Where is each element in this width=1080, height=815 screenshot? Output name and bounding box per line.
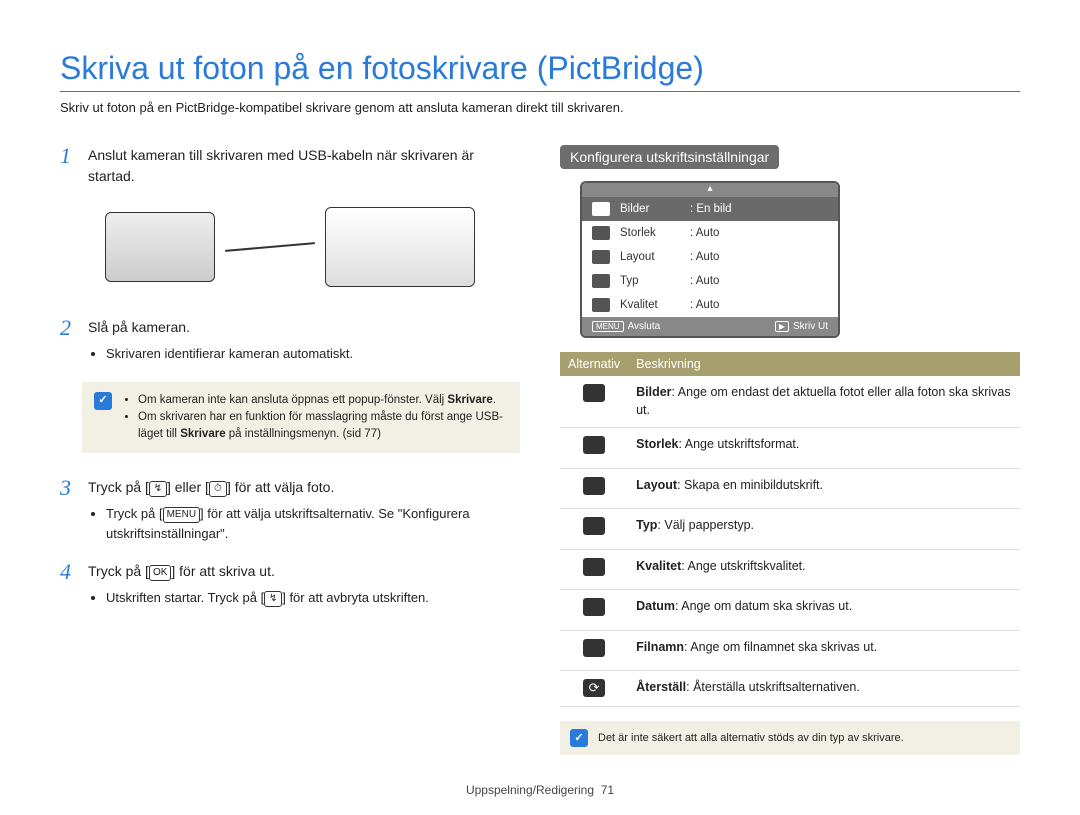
lcd-menu-item[interactable]: StorlekAuto (582, 221, 838, 245)
option-desc: : Välj papperstyp. (657, 518, 754, 532)
step-2: 2 Slå på kameran. Skrivaren identifierar… (60, 317, 520, 364)
step-text: Tryck på [OK] för att skriva ut. (88, 561, 520, 582)
camera-printer-illustration (60, 207, 520, 287)
table-row: Kvalitet: Ange utskriftskvalitet. (560, 549, 1020, 590)
menu-item-value: En bild (690, 203, 732, 215)
timer-icon: ⏱ (209, 481, 227, 497)
menu-item-icon (592, 274, 610, 288)
flash-icon: ↯ (264, 591, 282, 607)
option-icon (583, 384, 605, 402)
option-icon (583, 679, 605, 697)
info-icon: ✓ (570, 729, 588, 747)
step-bullet: Skrivaren identifierar kameran automatis… (106, 344, 520, 364)
lcd-menu-item[interactable]: LayoutAuto (582, 245, 838, 269)
note-text: Det är inte säkert att alla alternativ s… (598, 732, 904, 744)
step-bullet: Tryck på [MENU] för att välja utskriftsa… (106, 504, 520, 543)
menu-button-icon: MENU (163, 507, 200, 523)
table-row: Datum: Ange om datum ska skrivas ut. (560, 590, 1020, 631)
table-row: Layout: Skapa en minibildutskrift. (560, 468, 1020, 509)
section-heading: Konfigurera utskriftsinställningar (560, 145, 779, 169)
flash-icon: ↯ (149, 481, 167, 497)
table-header-desc: Beskrivning (628, 352, 1020, 376)
lcd-exit-button[interactable]: MENU Avsluta (592, 321, 660, 332)
table-row: Bilder: Ange om endast det aktuella foto… (560, 376, 1020, 428)
option-name: Kvalitet (636, 559, 681, 573)
step-number: 2 (60, 317, 78, 364)
step-4: 4 Tryck på [OK] för att skriva ut. Utskr… (60, 561, 520, 608)
option-name: Bilder (636, 385, 671, 399)
step-text: Slå på kameran. (88, 317, 520, 338)
table-row: Typ: Välj papperstyp. (560, 509, 1020, 550)
option-icon (583, 517, 605, 535)
lcd-menu-item[interactable]: TypAuto (582, 269, 838, 293)
option-desc: : Ange utskriftskvalitet. (681, 559, 805, 573)
option-name: Filnamn (636, 640, 684, 654)
page-title: Skriva ut foton på en fotoskrivare (Pict… (60, 50, 1020, 92)
note-item: Om skrivaren har en funktion för masslag… (138, 409, 508, 444)
menu-item-label: Storlek (620, 227, 690, 239)
step-number: 4 (60, 561, 78, 608)
step-number: 1 (60, 145, 78, 187)
option-icon (583, 477, 605, 495)
play-key-icon: ▶ (775, 321, 789, 332)
option-name: Storlek (636, 437, 678, 451)
note-box: ✓ Om kameran inte kan ansluta öppnas ett… (82, 382, 520, 454)
menu-item-icon (592, 202, 610, 216)
menu-item-value: Auto (690, 227, 719, 239)
lcd-menu-item[interactable]: KvalitetAuto (582, 293, 838, 317)
usb-cable-icon (225, 242, 315, 252)
option-desc: : Ange om datum ska skrivas ut. (675, 599, 852, 613)
right-column: Konfigurera utskriftsinställningar ▴ Bil… (560, 145, 1020, 755)
menu-item-icon (592, 250, 610, 264)
menu-item-icon (592, 298, 610, 312)
step-text: Tryck på [↯] eller [⏱] för att välja fot… (88, 477, 520, 498)
option-icon (583, 598, 605, 616)
menu-item-value: Auto (690, 251, 719, 263)
options-table: Alternativ Beskrivning Bilder: Ange om e… (560, 352, 1020, 707)
option-desc: : Skapa en minibildutskrift. (677, 478, 823, 492)
menu-key-icon: MENU (592, 321, 624, 332)
step-3: 3 Tryck på [↯] eller [⏱] för att välja f… (60, 477, 520, 543)
lcd-print-button[interactable]: ▶ Skriv Ut (775, 321, 828, 332)
step-text: Anslut kameran till skrivaren med USB-ka… (88, 145, 520, 187)
step-1: 1 Anslut kameran till skrivaren med USB-… (60, 145, 520, 187)
menu-item-label: Layout (620, 251, 690, 263)
lcd-menu-item[interactable]: BilderEn bild (582, 197, 838, 221)
menu-item-value: Auto (690, 299, 719, 311)
table-row: Återställ: Återställa utskriftsalternati… (560, 671, 1020, 707)
menu-item-label: Typ (620, 275, 690, 287)
lcd-scroll-indicator: ▴ (582, 183, 838, 197)
option-icon (583, 639, 605, 657)
option-icon (583, 436, 605, 454)
option-name: Datum (636, 599, 675, 613)
option-icon (583, 558, 605, 576)
table-row: Filnamn: Ange om filnamnet ska skrivas u… (560, 630, 1020, 671)
menu-item-label: Bilder (620, 203, 690, 215)
menu-item-icon (592, 226, 610, 240)
option-name: Layout (636, 478, 677, 492)
note-item: Om kameran inte kan ansluta öppnas ett p… (138, 392, 508, 409)
info-icon: ✓ (94, 392, 112, 410)
option-desc: : Ange utskriftsformat. (679, 437, 800, 451)
table-header-alt: Alternativ (560, 352, 628, 376)
step-number: 3 (60, 477, 78, 543)
page-subtitle: Skriv ut foton på en PictBridge-kompatib… (60, 100, 1020, 115)
left-column: 1 Anslut kameran till skrivaren med USB-… (60, 145, 520, 755)
camera-icon (105, 212, 215, 282)
option-name: Återställ (636, 680, 686, 694)
note-box: ✓ Det är inte säkert att alla alternativ… (560, 721, 1020, 755)
print-settings-screen: ▴ BilderEn bildStorlekAutoLayoutAutoTypA… (580, 181, 840, 338)
option-name: Typ (636, 518, 657, 532)
option-desc: : Ange om endast det aktuella fotot elle… (636, 385, 1011, 417)
page-footer: Uppspelning/Redigering 71 (0, 783, 1080, 797)
step-bullet: Utskriften startar. Tryck på [↯] för att… (106, 588, 520, 608)
printer-icon (325, 207, 475, 287)
option-desc: : Återställa utskriftsalternativen. (686, 680, 860, 694)
option-desc: : Ange om filnamnet ska skrivas ut. (684, 640, 877, 654)
menu-item-value: Auto (690, 275, 719, 287)
ok-button-icon: OK (149, 565, 171, 581)
table-row: Storlek: Ange utskriftsformat. (560, 428, 1020, 469)
menu-item-label: Kvalitet (620, 299, 690, 311)
